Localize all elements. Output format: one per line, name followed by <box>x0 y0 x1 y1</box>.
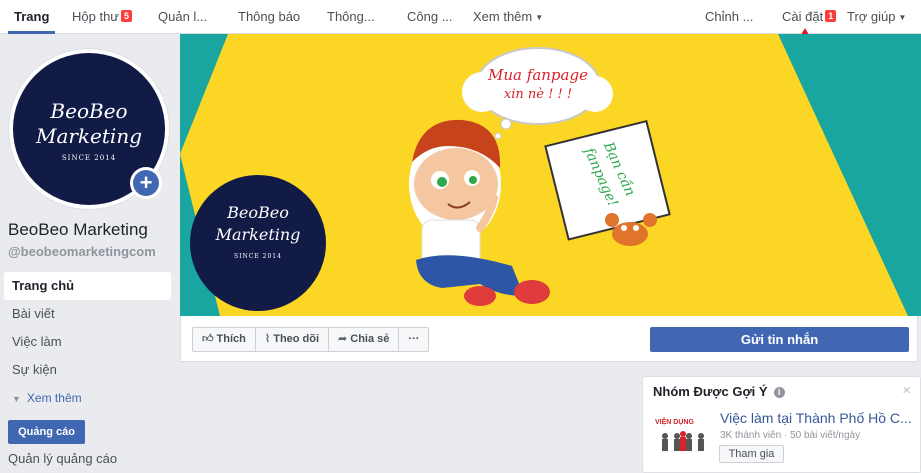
caret-down-icon: ▼ <box>898 13 907 22</box>
tab-insights[interactable]: Thông... <box>327 0 375 34</box>
action-button-group: 👍︎ Thích ⌇ Theo dõi ➦ Chia sẻ ··· <box>192 327 430 352</box>
nav-item-events[interactable]: Sự kiện <box>4 356 171 384</box>
tab-notifications-label: Thông báo <box>238 9 301 24</box>
tab-tools[interactable]: Công ... <box>407 0 453 34</box>
caret-down-icon: ▼ <box>12 394 21 404</box>
tab-help[interactable]: Trợ giúp ▼ <box>847 0 906 34</box>
group-name-link[interactable]: Việc làm tại Thành Phố Hồ C... <box>720 410 920 426</box>
tab-edit-label: Chỉnh ... <box>705 9 754 24</box>
inbox-count-badge: 5 <box>121 10 133 22</box>
suggested-groups-title: Nhóm Được Gợi Ý i <box>653 384 785 399</box>
tab-help-label: Trợ giúp <box>847 9 896 24</box>
page-name: BeoBeo Marketing <box>8 220 148 239</box>
close-icon[interactable]: × <box>902 382 911 399</box>
cover-illustration: Mua fanpage xin nè ! ! ! Bạn cần fanpage… <box>180 34 921 316</box>
bubble-text-1: Mua fanpage <box>487 66 588 84</box>
tab-page[interactable]: Trang <box>8 0 56 34</box>
more-options-label: ··· <box>408 333 420 345</box>
tab-settings-label: Cài đặt <box>782 9 824 24</box>
tab-insights-label: Thông... <box>327 9 375 24</box>
like-button[interactable]: 👍︎ Thích <box>193 328 256 351</box>
cover-logo-text-1: BeoBeo <box>226 203 289 222</box>
page-username[interactable]: @beobeomarketingcom <box>8 244 156 259</box>
share-arrow-icon: ➦ <box>338 333 348 345</box>
update-picture-button[interactable]: + <box>130 167 162 199</box>
nav-see-more[interactable]: ▼ Xem thêm <box>4 384 171 412</box>
suggested-groups-title-text: Nhóm Được Gợi Ý <box>653 384 768 399</box>
nav-item-posts[interactable]: Bài viết <box>4 300 171 328</box>
cover-photo[interactable]: Mua fanpage xin nè ! ! ! Bạn cần fanpage… <box>180 34 921 316</box>
like-label: Thích <box>216 333 246 345</box>
group-thumbnail-art: VIỆN DỤNG <box>655 417 704 451</box>
logo-line-1: BeoBeo <box>50 99 128 123</box>
promote-button[interactable]: Quảng cáo <box>8 420 85 444</box>
send-message-button[interactable]: Gửi tin nhắn <box>650 327 909 352</box>
tab-tools-label: Công ... <box>407 9 453 24</box>
ad-manager-link[interactable]: Quản lý quảng cáo <box>8 451 117 466</box>
more-options-button[interactable]: ··· <box>399 328 428 351</box>
tab-edit[interactable]: Chỉnh ... <box>705 0 753 34</box>
group-thumbnail[interactable]: VIỆN DỤNG <box>653 412 713 460</box>
join-group-button[interactable]: Tham gia <box>719 445 784 463</box>
nav-see-more-label: Xem thêm <box>26 391 82 405</box>
tab-inbox-label: Hộp thư <box>72 9 120 24</box>
info-icon[interactable]: i <box>773 387 785 398</box>
tab-manage-label: Quản l... <box>158 9 208 24</box>
settings-count-badge: 1 <box>825 10 837 22</box>
follow-label: Theo dõi <box>273 333 320 345</box>
rss-icon: ⌇ <box>264 333 271 345</box>
group-meta: 3K thành viên · 50 bài viết/ngày <box>720 430 861 441</box>
tab-page-label: Trang <box>14 9 50 24</box>
tab-more[interactable]: Xem thêm ▼ <box>473 0 543 34</box>
tab-manage[interactable]: Quản l... <box>158 0 207 34</box>
tab-inbox[interactable]: Hộp thư 5 <box>72 0 133 34</box>
tab-notifications[interactable]: Thông báo <box>238 0 300 34</box>
logo-line-2: Marketing <box>35 124 143 148</box>
page-nav: Trang chủ Bài viết Việc làm Sự kiện ▼ Xem… <box>4 272 171 412</box>
plus-icon: + <box>133 170 159 196</box>
page-tab-bar: Trang Hộp thư 5 Quản l... Thông báo Thông… <box>0 0 921 34</box>
thumbs-up-icon: 👍︎ <box>202 333 214 345</box>
suggested-groups-card: Nhóm Được Gợi Ý i × VIỆN DỤNG Việc làm tạ… <box>642 376 921 473</box>
group-thumbnail-text: VIỆN DỤNG <box>655 417 694 426</box>
logo-since: SINCE 2014 <box>61 154 117 162</box>
follow-button[interactable]: ⌇ Theo dõi <box>256 328 330 351</box>
caret-down-icon: ▼ <box>535 13 544 22</box>
tab-more-label: Xem thêm <box>473 9 533 24</box>
nav-item-home[interactable]: Trang chủ <box>4 272 171 300</box>
share-button[interactable]: ➦ Chia sẻ <box>329 328 400 351</box>
share-label: Chia sẻ <box>350 333 390 345</box>
cover-logo-since: SINCE 2014 <box>234 253 282 260</box>
bubble-text-2: xin nè ! ! ! <box>504 87 572 102</box>
nav-item-jobs[interactable]: Việc làm <box>4 328 171 356</box>
cover-logo-text-2: Marketing <box>215 225 301 244</box>
page-action-bar: 👍︎ Thích ⌇ Theo dõi ➦ Chia sẻ ··· Gửi tin n… <box>180 316 918 362</box>
